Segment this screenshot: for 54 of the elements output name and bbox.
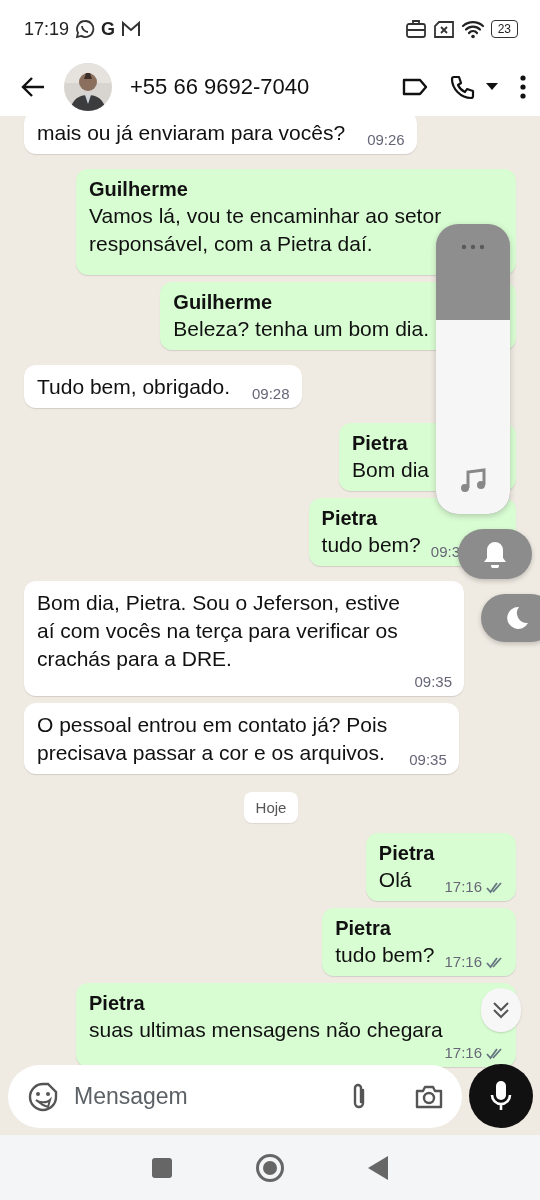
clock-time: 17:19 bbox=[24, 18, 70, 40]
phone-icon[interactable] bbox=[450, 74, 476, 100]
message-time: 17:16 bbox=[444, 953, 482, 971]
message-input-field[interactable]: Mensagem bbox=[72, 1082, 334, 1111]
message-text: Bom dia, Pietra. Sou o Jeferson, estive aí com vocês na terça para verificar os crachás para a DRE. bbox=[37, 590, 401, 672]
message-time: 09:26 bbox=[367, 131, 405, 149]
sender-name: Pietra bbox=[351, 431, 409, 456]
more-options-icon[interactable] bbox=[520, 75, 526, 99]
mail-icon bbox=[121, 20, 142, 38]
contact-name[interactable]: +55 66 9692-7040 bbox=[130, 74, 402, 100]
chat-bubble-icon bbox=[75, 19, 96, 39]
bell-icon bbox=[482, 540, 508, 568]
app-notification-glyph: G bbox=[101, 18, 116, 40]
do-not-disturb-button[interactable] bbox=[481, 594, 540, 642]
message-text: Olá bbox=[378, 867, 413, 893]
message-time: 09:28 bbox=[252, 385, 290, 403]
home-circle-icon[interactable] bbox=[255, 1152, 285, 1183]
message-time: 09:35 bbox=[409, 751, 447, 769]
double-chevron-down-icon bbox=[492, 1000, 510, 1020]
message-text: Beleza? tenha um bom dia. bbox=[173, 316, 429, 342]
sender-name: Guilherme bbox=[173, 290, 274, 315]
sticker-icon bbox=[28, 1081, 58, 1112]
message-time: 09:3 bbox=[430, 543, 460, 561]
date-chip: Hoje bbox=[243, 792, 299, 823]
volume-slider[interactable] bbox=[436, 224, 510, 514]
microphone-icon bbox=[490, 1080, 512, 1112]
music-note-icon bbox=[460, 468, 486, 494]
message-text: tudo bem? bbox=[335, 942, 435, 968]
sender-name: Guilherme bbox=[89, 177, 189, 202]
message-input-bar[interactable]: Mensagem bbox=[8, 1065, 462, 1128]
briefcase-icon bbox=[404, 19, 427, 39]
sim-error-icon bbox=[432, 19, 455, 39]
sender-name: Pietra bbox=[378, 841, 435, 866]
label-icon[interactable] bbox=[402, 77, 428, 97]
message-time: 17:16 bbox=[444, 878, 482, 896]
sender-name: Pietra bbox=[89, 991, 146, 1016]
message-text: mais ou já enviaram para vocês? bbox=[37, 120, 346, 146]
back-arrow-icon[interactable] bbox=[20, 76, 46, 98]
back-triangle-icon[interactable] bbox=[367, 1154, 389, 1181]
camera-icon[interactable] bbox=[414, 1083, 444, 1110]
sender-name: Pietra bbox=[321, 506, 379, 531]
message-text: suas ultimas mensagens não chegara bbox=[89, 1017, 443, 1043]
message-time: 09:35 bbox=[414, 673, 452, 691]
message-text: O pessoal entrou em contato já? Pois precisava passar a cor e os arquivos. bbox=[37, 712, 388, 766]
message-text: Tudo bem, obrigado. bbox=[37, 374, 230, 400]
recents-square-icon[interactable] bbox=[151, 1156, 173, 1179]
battery-level: 23 bbox=[490, 20, 518, 38]
message-text: tudo bem? bbox=[321, 532, 421, 558]
message-time: 17:16 bbox=[444, 1044, 482, 1062]
message-text: Bom dia bbox=[351, 457, 429, 483]
wifi-icon bbox=[460, 19, 485, 39]
message-text: Vamos lá, vou te encaminhar ao setor responsável, com a Pietra daí. bbox=[89, 203, 442, 257]
caret-icon[interactable] bbox=[486, 83, 498, 91]
sender-name: Pietra bbox=[335, 916, 392, 941]
